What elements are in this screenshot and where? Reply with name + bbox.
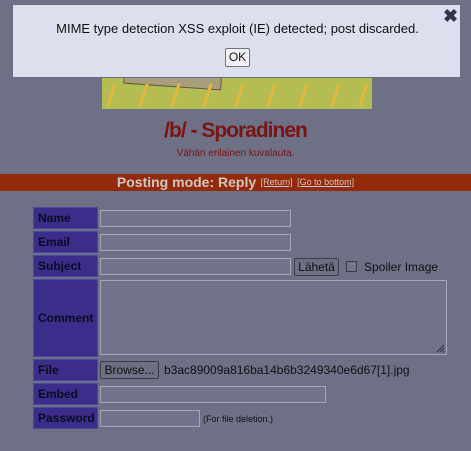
selected-file-name: b3ac89009a816ba14b6b3249340e6d67[1].jpg [164, 363, 410, 377]
browse-button[interactable]: Browse... [100, 361, 159, 379]
submit-button[interactable]: Lähetä [294, 258, 339, 276]
board-subtitle: Vähän erilainen kuvalauta. [176, 148, 295, 159]
close-icon[interactable]: ✖ [443, 7, 458, 25]
posting-mode-label: Posting mode: Reply [116, 174, 257, 190]
alert-dialog: MIME type detection XSS exploit (IE) det… [12, 4, 461, 78]
comment-textarea[interactable] [100, 280, 447, 355]
alert-message: MIME type detection XSS exploit (IE) det… [56, 21, 419, 36]
embed-field[interactable] [100, 386, 326, 403]
subject-label: Subject [33, 255, 98, 277]
password-hint: (For file deletion.) [203, 414, 274, 424]
embed-label: Embed [33, 383, 98, 405]
posting-mode-bar: Posting mode: Reply [Return] [Go to bott… [0, 174, 471, 191]
comment-label: Comment [33, 279, 98, 357]
email-field[interactable] [100, 234, 291, 251]
password-label: Password [33, 407, 98, 429]
board-title: /b/ - Sporadinen [164, 119, 308, 142]
password-field[interactable] [100, 410, 200, 427]
name-label: Name [33, 207, 98, 229]
ok-button[interactable]: OK [225, 48, 250, 67]
file-label: File [33, 359, 98, 381]
spoiler-label: Spoiler Image [364, 260, 439, 274]
name-field[interactable] [100, 210, 291, 227]
email-label: Email [33, 231, 98, 253]
go-to-bottom-link[interactable]: [Go to bottom] [297, 177, 354, 187]
return-link[interactable]: [Return] [261, 177, 293, 187]
resize-grip-icon[interactable] [435, 343, 445, 353]
spoiler-checkbox[interactable] [346, 261, 357, 272]
subject-field[interactable] [100, 258, 291, 275]
